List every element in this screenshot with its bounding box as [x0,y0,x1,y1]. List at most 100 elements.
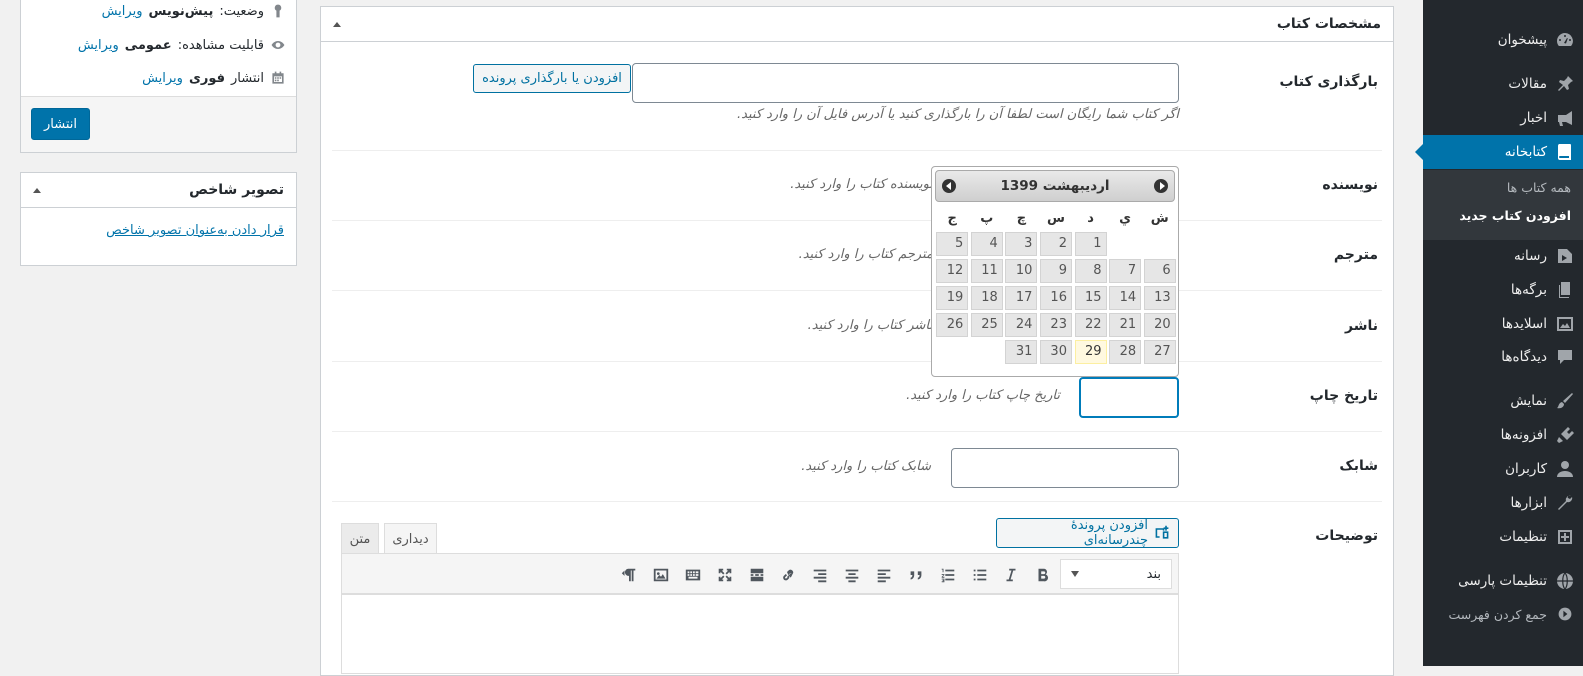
calendar-day[interactable]: 2 [1039,232,1072,256]
wrench-icon [1547,493,1583,513]
fullscreen-button[interactable] [713,563,737,587]
sidebar-item-users[interactable]: کاربران [1423,452,1583,486]
sidebar-item-library[interactable]: کتابخانه [1415,135,1583,169]
calendar-day[interactable]: 24 [1005,313,1038,337]
toolbar-toggle-button[interactable] [681,563,705,587]
set-featured-image-link[interactable]: قرار دادن به‌عنوان تصویر شاخص [106,223,284,238]
align-right-button[interactable] [808,563,832,587]
calendar-empty-cell [1109,232,1141,256]
calendar-day[interactable]: 26 [936,313,969,337]
calendar-empty-cell [971,340,1003,364]
status-label: وضعیت: [219,3,264,19]
bold-button[interactable] [1031,563,1055,587]
calendar-day[interactable]: 19 [936,286,969,310]
sidebar-item-label: اسلایدها [1501,316,1547,332]
calendar-day[interactable]: 7 [1109,259,1142,283]
rtl-direction-button[interactable] [617,563,641,587]
bullet-list-button[interactable] [968,563,992,587]
add-media-button[interactable]: افزودن پروندهٔ چندرسانه‌ای [996,518,1179,548]
italic-icon [1002,566,1020,584]
submenu-all-books[interactable]: همه کتاب ها [1507,180,1571,195]
calendar-day[interactable]: 25 [970,313,1003,337]
sidebar-item-label: نمایش [1510,393,1547,409]
calendar-day[interactable]: 5 [936,232,969,256]
library-submenu: همه کتاب ها افزودن کتاب جدید [1423,170,1583,240]
editor-content-area[interactable] [341,594,1179,674]
weekday-label: د [1087,211,1094,226]
format-select[interactable]: بند [1060,559,1172,589]
metabox-title: مشخصات کتاب [1276,16,1381,32]
sidebar-item-parsi-settings[interactable]: تنظیمات پارسی [1423,564,1583,598]
sidebar-item-posts[interactable]: مقالات [1423,67,1583,101]
book-file-url-input[interactable] [632,63,1179,103]
upload-file-button[interactable]: افزودن یا بارگذاری پرونده [473,64,631,93]
image-icon [652,566,670,584]
calendar-day[interactable]: 22 [1074,313,1107,337]
numbered-list-icon [939,566,957,584]
align-left-button[interactable] [872,563,896,587]
sidebar-item-comments[interactable]: دیدگاه‌ها [1423,340,1583,374]
calendar-day[interactable]: 3 [1005,232,1038,256]
collapse-menu-button[interactable]: جمع کردن فهرست [1423,597,1583,631]
sidebar-item-tools[interactable]: ابزارها [1423,486,1583,520]
calendar-day[interactable]: 10 [1005,259,1038,283]
weekday-label: ي [1119,211,1132,226]
collapse-toggle-icon[interactable] [333,21,341,27]
collapse-toggle-icon[interactable] [33,187,41,193]
publish-button[interactable]: انتشار [31,108,90,140]
calendar-day[interactable]: 9 [1039,259,1072,283]
status-edit-link[interactable]: ویرایش [102,4,143,19]
calendar-day[interactable]: 8 [1074,259,1107,283]
publish-actions: انتشار [21,96,296,152]
calendar-day[interactable]: 13 [1143,286,1176,310]
calendar-day[interactable]: 16 [1039,286,1072,310]
weekday-header-row: ش ي د س چ پ ج [935,207,1177,231]
sidebar-item-appearance[interactable]: نمایش [1423,384,1583,418]
calendar-day[interactable]: 18 [970,286,1003,310]
admin-sidebar: پیشخوان مقالات اخبار کتابخانه همه کتاب ه… [1415,0,1583,666]
calendar-day[interactable]: 15 [1074,286,1107,310]
calendar-day[interactable]: 27 [1143,340,1176,364]
insert-image-button[interactable] [649,563,673,587]
calendar-day[interactable]: 12 [936,259,969,283]
tab-text[interactable]: متن [341,523,379,554]
sidebar-item-pages[interactable]: برگه‌ها [1423,273,1583,307]
sidebar-item-settings[interactable]: تنظیمات [1423,520,1583,554]
calendar-day[interactable]: 1 [1074,232,1107,256]
insert-link-button[interactable] [777,563,801,587]
sidebar-item-slides[interactable]: اسلایدها [1423,307,1583,341]
sidebar-item-label: پیشخوان [1497,32,1547,48]
calendar-day[interactable]: 11 [970,259,1003,283]
calendar-day[interactable]: 23 [1039,313,1072,337]
calendar-day[interactable]: 20 [1143,313,1176,337]
sidebar-item-label: تنظیمات [1499,529,1547,545]
italic-button[interactable] [999,563,1023,587]
print-date-input[interactable] [1079,377,1179,418]
submenu-add-book[interactable]: افزودن کتاب جدید [1459,208,1571,223]
calendar-day[interactable]: 6 [1143,259,1176,283]
tab-visual[interactable]: دیداری [384,523,437,554]
blockquote-button[interactable] [904,563,928,587]
calendar-day[interactable]: 31 [1005,340,1038,364]
add-media-icon [1154,525,1170,541]
align-center-button[interactable] [840,563,864,587]
calendar-day[interactable]: 30 [1039,340,1072,364]
sidebar-item-plugins[interactable]: افزونه‌ها [1423,418,1583,452]
sidebar-item-dashboard[interactable]: پیشخوان [1423,23,1583,57]
calendar-day[interactable]: 28 [1109,340,1142,364]
calendar-day[interactable]: 14 [1109,286,1142,310]
isbn-input[interactable] [951,448,1179,488]
sidebar-item-media[interactable]: رسانه [1423,239,1583,273]
datepicker-prev-button[interactable] [942,179,957,193]
numbered-list-button[interactable] [936,563,960,587]
sidebar-item-news[interactable]: اخبار [1423,101,1583,135]
read-more-button[interactable] [745,563,769,587]
calendar-day[interactable]: 29 [1074,340,1107,364]
calendar-day[interactable]: 17 [1005,286,1038,310]
quote-icon [907,566,925,584]
calendar-day[interactable]: 21 [1109,313,1142,337]
datepicker-next-button[interactable] [1154,179,1168,193]
publish-time-edit-link[interactable]: ویرایش [142,71,183,86]
visibility-edit-link[interactable]: ویرایش [78,38,119,53]
calendar-day[interactable]: 4 [970,232,1003,256]
